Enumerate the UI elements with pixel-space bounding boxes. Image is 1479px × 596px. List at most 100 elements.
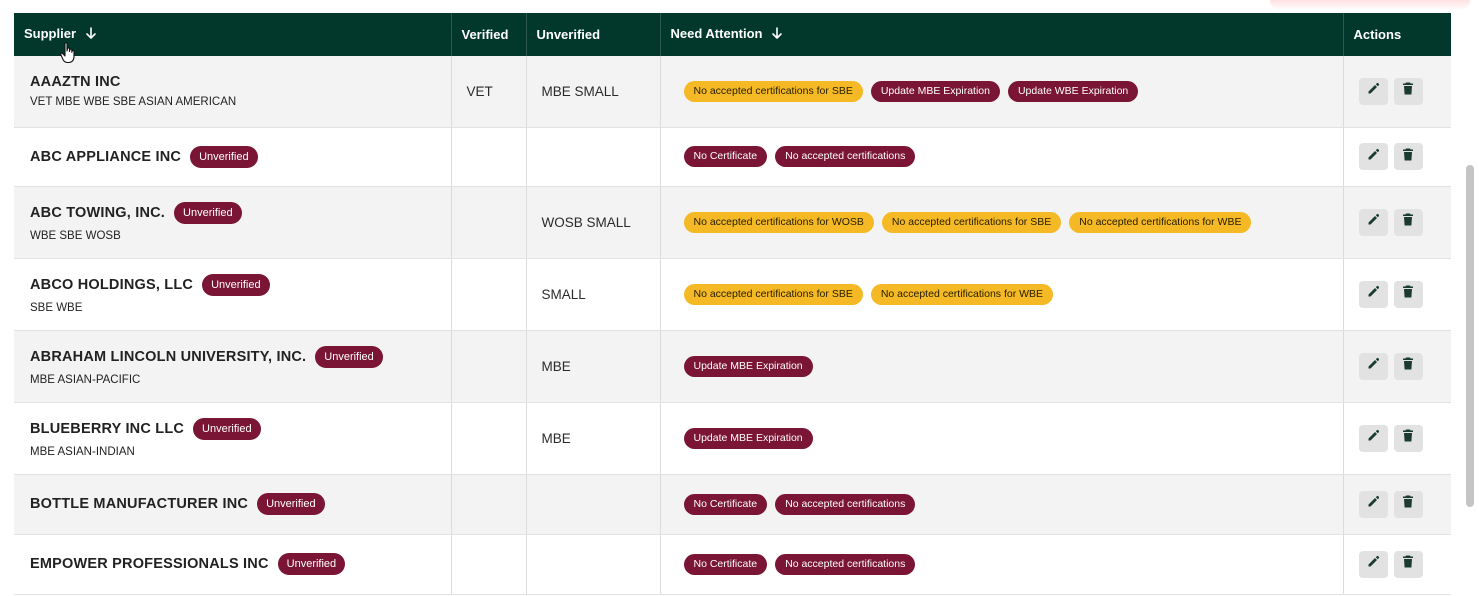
supplier-line: ABC APPLIANCE INC Unverified — [30, 145, 451, 168]
table-row[interactable]: AAAZTN INC VET MBE WBE SBE ASIAN AMERICAN… — [14, 56, 1451, 128]
top-highlight — [1270, 0, 1470, 10]
supplier-cell: ABC APPLIANCE INC Unverified — [14, 127, 452, 187]
edit-button[interactable] — [1358, 143, 1388, 170]
trash-icon — [1402, 148, 1414, 166]
edit-button[interactable] — [1358, 550, 1388, 578]
supplier-certifications: MBE ASIAN-INDIAN — [30, 446, 135, 458]
need-attention-cell: No Certificate No accepted certifications — [660, 474, 1344, 535]
unverified-cell: WOSB SMALL — [526, 186, 661, 259]
status-badge: Unverified — [315, 346, 383, 368]
table-row[interactable]: ABC APPLIANCE INC Unverified No Certificat… — [14, 127, 1451, 187]
attention-pill: Update MBE Expiration — [683, 355, 813, 377]
supplier-cell: ABCO HOLDINGS, LLC Unverified SBE WBE — [14, 258, 452, 331]
delete-button[interactable] — [1393, 280, 1423, 308]
trash-icon — [1402, 213, 1414, 231]
attention-pill: No Certificate — [683, 553, 768, 575]
supplier-name[interactable]: ABRAHAM LINCOLN UNIVERSITY, INC. — [30, 349, 306, 365]
supplier-cell: AAAZTN INC VET MBE WBE SBE ASIAN AMERICAN — [14, 56, 452, 128]
trash-icon — [1402, 285, 1414, 303]
actions-cell — [1343, 127, 1451, 187]
supplier-certifications: MBE ASIAN-PACIFIC — [30, 374, 141, 386]
table-row[interactable]: ABC TOWING, INC. Unverified WBE SBE WOSB WO… — [14, 186, 1451, 259]
unverified-cell — [526, 534, 661, 595]
supplier-line: AAAZTN INC — [30, 74, 451, 90]
actions-cell — [1343, 474, 1451, 535]
attention-pill: No accepted certifications for WOSB — [683, 211, 874, 233]
column-header-actions: Actions — [1353, 27, 1402, 42]
table-body: AAAZTN INC VET MBE WBE SBE ASIAN AMERICAN… — [14, 56, 1451, 595]
delete-button[interactable] — [1393, 208, 1423, 236]
edit-button[interactable] — [1358, 77, 1388, 105]
table-row[interactable]: ABCO HOLDINGS, LLC Unverified SBE WBE SMALL… — [14, 258, 1451, 331]
column-header-unverified[interactable]: Unverified — [526, 13, 661, 56]
pencil-icon — [1367, 555, 1380, 573]
need-attention-cell: No accepted certifications for WOSB No ac… — [660, 186, 1344, 259]
edit-button[interactable] — [1358, 490, 1388, 518]
actions-cell — [1343, 258, 1451, 331]
pencil-icon — [1367, 148, 1380, 166]
actions-cell — [1343, 402, 1451, 475]
trash-icon — [1402, 82, 1414, 100]
supplier-name[interactable]: ABCO HOLDINGS, LLC — [30, 277, 193, 293]
supplier-line: EMPOWER PROFESSIONALS INC Unverified — [30, 553, 451, 575]
delete-button[interactable] — [1393, 77, 1423, 105]
edit-button[interactable] — [1358, 280, 1388, 308]
supplier-name[interactable]: ABC TOWING, INC. — [30, 205, 165, 221]
delete-button[interactable] — [1393, 424, 1423, 452]
vertical-scrollbar[interactable] — [1466, 165, 1474, 507]
pencil-icon — [1367, 495, 1380, 513]
verified-cell — [451, 330, 527, 403]
table-row[interactable]: BLUEBERRY INC LLC Unverified MBE ASIAN-IND… — [14, 402, 1451, 475]
supplier-name[interactable]: BLUEBERRY INC LLC — [30, 421, 184, 437]
unverified-cell — [526, 127, 661, 187]
column-header-need-attention[interactable]: Need Attention — [660, 13, 1344, 56]
table-row[interactable]: EMPOWER PROFESSIONALS INC Unverified No Ce… — [14, 534, 1451, 595]
supplier-name[interactable]: EMPOWER PROFESSIONALS INC — [30, 556, 269, 572]
attention-pill: No accepted certifications for SBE — [683, 80, 863, 102]
verified-cell — [451, 127, 527, 187]
verified-cell — [451, 258, 527, 331]
edit-button[interactable] — [1358, 352, 1388, 380]
delete-button[interactable] — [1393, 143, 1423, 170]
column-header-verified[interactable]: Verified — [451, 13, 527, 56]
status-badge: Unverified — [174, 202, 242, 224]
hand-pointer-icon — [60, 42, 76, 69]
table-row[interactable]: ABRAHAM LINCOLN UNIVERSITY, INC. Unverifi… — [14, 330, 1451, 403]
supplier-line: ABCO HOLDINGS, LLC Unverified — [30, 274, 451, 296]
status-badge: Unverified — [277, 553, 346, 575]
need-attention-cell: No accepted certifications for SBE Update… — [660, 56, 1344, 128]
unverified-cell: MBE — [526, 402, 661, 475]
delete-button[interactable] — [1393, 352, 1423, 380]
verified-cell — [451, 474, 527, 535]
edit-button[interactable] — [1358, 424, 1388, 452]
actions-cell — [1343, 56, 1451, 128]
supplier-name[interactable]: ABC APPLIANCE INC — [30, 149, 181, 165]
need-attention-cell: No accepted certifications for SBE No acc… — [660, 258, 1344, 331]
attention-pill: No Certificate — [683, 146, 768, 167]
supplier-line: ABC TOWING, INC. Unverified — [30, 202, 451, 224]
verified-cell — [451, 534, 527, 595]
unverified-cell: MBE SMALL — [526, 56, 661, 128]
attention-pill: No accepted certifications for WBE — [870, 283, 1054, 305]
edit-button[interactable] — [1358, 208, 1388, 236]
delete-button[interactable] — [1393, 490, 1423, 518]
arrow-down-icon[interactable] — [85, 26, 97, 43]
unverified-cell: SMALL — [526, 258, 661, 331]
supplier-name[interactable]: BOTTLE MANUFACTURER INC — [30, 496, 248, 512]
delete-button[interactable] — [1393, 550, 1423, 578]
column-header-supplier[interactable]: Supplier — [14, 13, 452, 56]
supplier-line: ABRAHAM LINCOLN UNIVERSITY, INC. Unverifi… — [30, 346, 451, 368]
need-attention-cell: Update MBE Expiration — [660, 330, 1344, 403]
supplier-cell: ABC TOWING, INC. Unverified WBE SBE WOSB — [14, 186, 452, 259]
pencil-icon — [1367, 429, 1380, 447]
attention-pill: No accepted certifications for SBE — [881, 211, 1062, 233]
table-row[interactable]: BOTTLE MANUFACTURER INC Unverified No Cert… — [14, 474, 1451, 535]
supplier-name[interactable]: AAAZTN INC — [30, 74, 121, 90]
supplier-cell: BOTTLE MANUFACTURER INC Unverified — [14, 474, 452, 535]
table-header: Supplier Verified Unverified Need Attent… — [14, 13, 1451, 56]
trash-icon — [1402, 495, 1414, 513]
trash-icon — [1402, 555, 1414, 573]
supplier-certifications: SBE WBE — [30, 302, 83, 314]
arrow-down-icon[interactable] — [771, 26, 783, 43]
need-attention-cell: No Certificate No accepted certifications — [660, 534, 1344, 595]
